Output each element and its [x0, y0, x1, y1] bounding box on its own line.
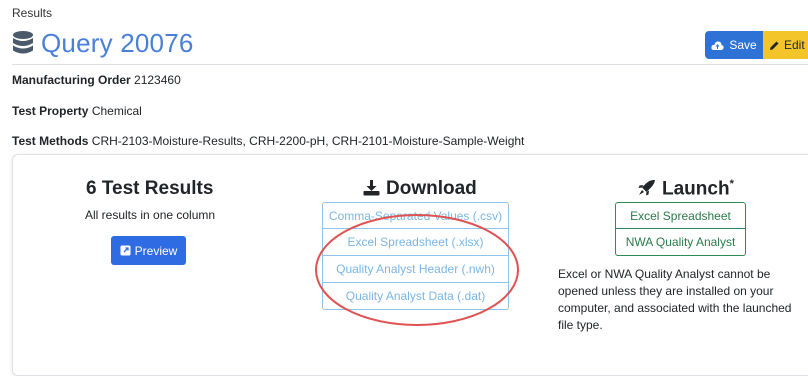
manufacturing-order: Manufacturing Order 2123460 — [12, 73, 181, 87]
database-icon — [13, 30, 33, 53]
download-heading: Download — [363, 178, 477, 200]
edit-label: Edit — [784, 38, 805, 52]
download-icon — [363, 180, 380, 196]
rocket-icon — [638, 180, 655, 196]
meta-label: Test Methods — [12, 134, 89, 148]
pencil-icon — [770, 41, 779, 50]
preview-label: Preview — [134, 243, 178, 258]
results-subtext: All results in one column — [85, 208, 216, 222]
test-methods: Test Methods CRH-2103-Moisture-Results, … — [12, 134, 524, 148]
launch-nwa[interactable]: NWA Quality Analyst — [615, 229, 746, 256]
save-label: Save — [729, 38, 757, 52]
page-title: Query 20076 — [41, 28, 194, 58]
page-header: Query 20076 — [12, 28, 194, 59]
meta-value: CRH-2103-Moisture-Results, CRH-2200-pH, … — [91, 134, 525, 148]
launch-excel[interactable]: Excel Spreadsheet — [615, 202, 746, 229]
preview-button[interactable]: Preview — [111, 236, 186, 265]
header-divider — [12, 64, 808, 65]
meta-value: Chemical — [91, 104, 142, 118]
launch-note: Excel or NWA Quality Analyst cannot be o… — [558, 267, 792, 332]
breadcrumb[interactable]: Results — [12, 6, 52, 20]
launch-heading-text: Launch — [662, 178, 730, 200]
results-heading: 6 Test Results — [86, 178, 214, 199]
annotation-ellipse — [315, 214, 519, 326]
test-property: Test Property Chemical — [12, 104, 142, 118]
cloud-upload-icon — [711, 40, 724, 50]
meta-label: Test Property — [12, 104, 89, 118]
meta-value: 2123460 — [134, 73, 181, 87]
external-link-icon — [120, 245, 131, 256]
meta-label: Manufacturing Order — [12, 73, 131, 87]
launch-heading: Launch* — [638, 178, 734, 200]
launch-list: Excel Spreadsheet NWA Quality Analyst — [615, 202, 746, 256]
launch-asterisk: * — [729, 178, 734, 190]
edit-button[interactable]: Edit — [763, 31, 808, 59]
download-heading-text: Download — [386, 178, 477, 199]
save-button[interactable]: Save — [705, 31, 763, 59]
